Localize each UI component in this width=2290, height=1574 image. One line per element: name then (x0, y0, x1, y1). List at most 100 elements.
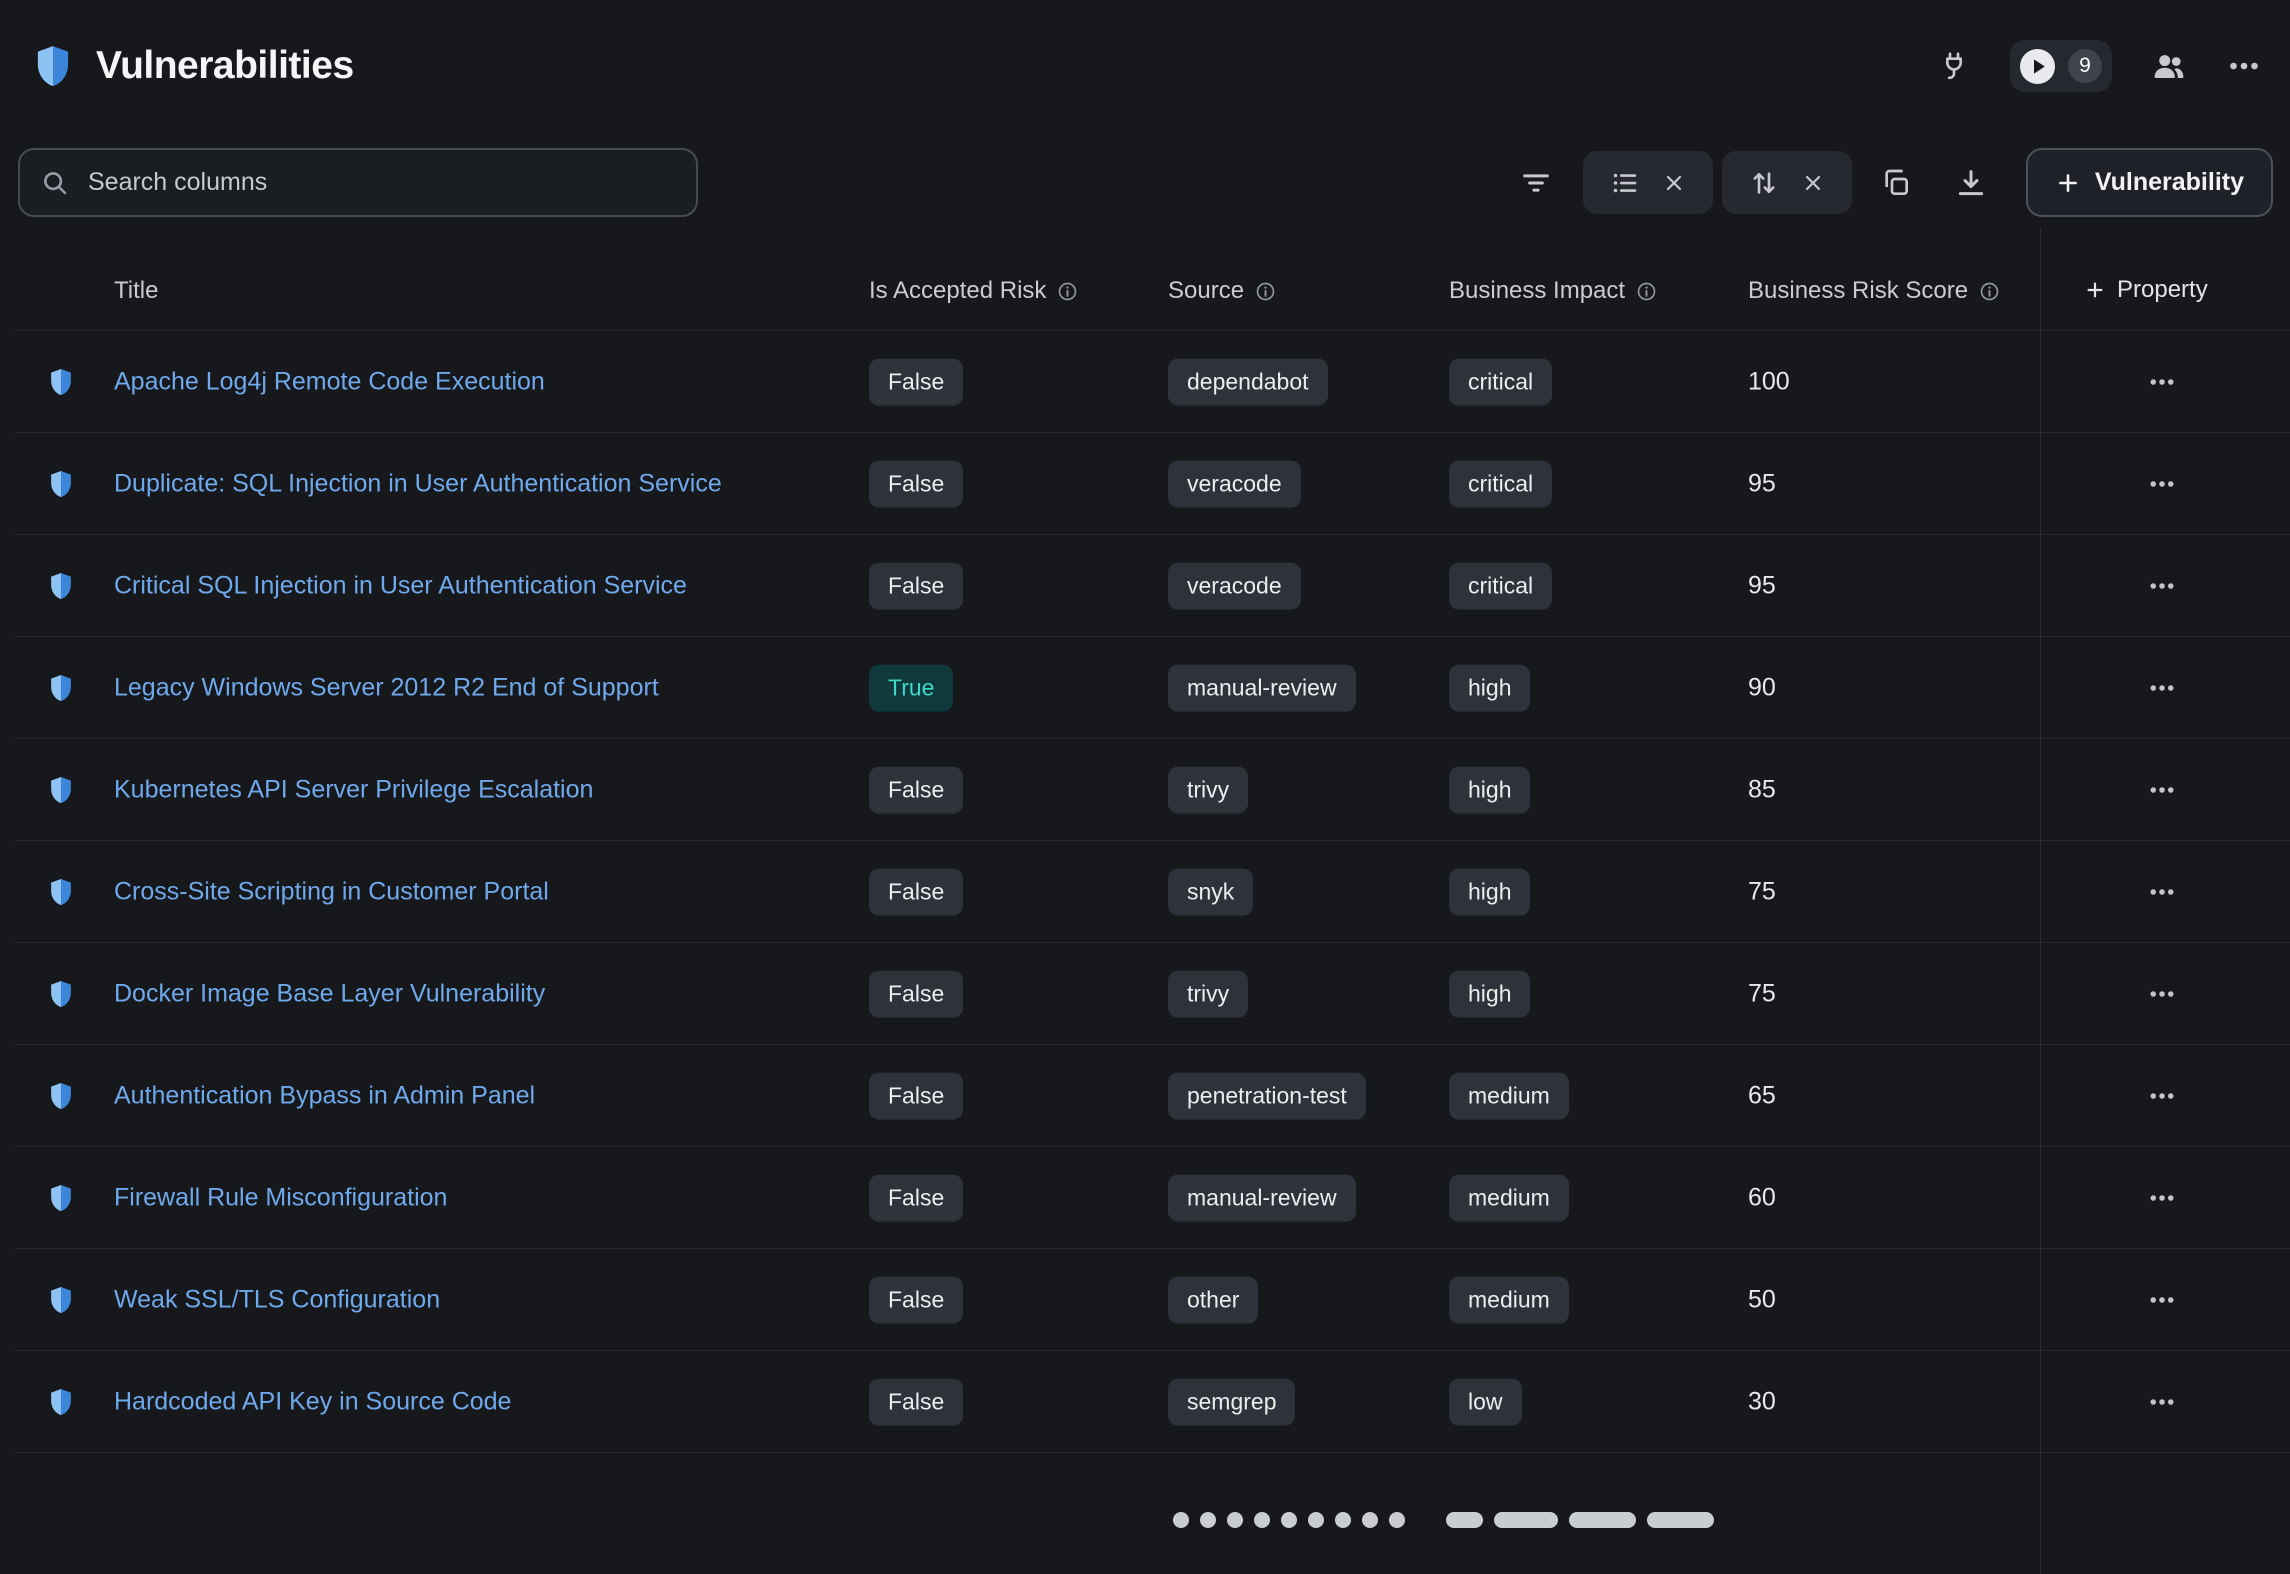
vulnerability-title-link[interactable]: Duplicate: SQL Injection in User Authent… (114, 470, 722, 499)
info-icon[interactable] (1255, 281, 1276, 302)
accepted-risk-badge: False (869, 767, 963, 814)
business-impact-badge: critical (1449, 461, 1552, 508)
shield-icon (46, 774, 76, 806)
accepted-risk-cell: False (869, 359, 963, 406)
source-badge: manual-review (1168, 1175, 1356, 1222)
skeleton-dot (1173, 1512, 1189, 1528)
search-box[interactable] (18, 148, 698, 217)
accepted-risk-badge: False (869, 563, 963, 610)
clear-sort-button[interactable] (1801, 171, 1825, 195)
clear-view-button[interactable] (1662, 171, 1686, 195)
accepted-risk-badge: True (869, 665, 953, 712)
ellipsis-icon (2147, 673, 2177, 703)
runs-button[interactable]: 9 (2010, 40, 2112, 92)
accepted-risk-badge: False (869, 869, 963, 916)
row-actions-button[interactable] (2128, 1147, 2196, 1249)
column-header-title[interactable]: Title (114, 277, 158, 305)
row-actions-button[interactable] (2128, 841, 2196, 943)
business-impact-badge: medium (1449, 1277, 1569, 1324)
vulnerability-title-link[interactable]: Authentication Bypass in Admin Panel (114, 1082, 535, 1111)
filter-button[interactable] (1519, 166, 1553, 200)
vulnerability-title-link[interactable]: Cross-Site Scripting in Customer Portal (114, 878, 549, 907)
list-view-button[interactable] (1610, 168, 1640, 198)
sort-button[interactable] (1749, 168, 1779, 198)
source-badge: veracode (1168, 563, 1301, 610)
row-actions-button[interactable] (2128, 637, 2196, 739)
business-impact-cell: critical (1449, 461, 1552, 508)
table-row: Weak SSL/TLS Configuration False other m… (0, 1249, 2290, 1351)
business-risk-score-value: 50 (1748, 1286, 1776, 1315)
table-row: Authentication Bypass in Admin Panel Fal… (0, 1045, 2290, 1147)
business-impact-badge: medium (1449, 1073, 1569, 1120)
source-cell: veracode (1168, 461, 1301, 508)
accepted-risk-badge: False (869, 359, 963, 406)
shield-icon (46, 672, 76, 704)
source-badge: trivy (1168, 767, 1248, 814)
sort-chip (1722, 151, 1852, 214)
source-cell: manual-review (1168, 665, 1356, 712)
vulnerability-title-link[interactable]: Kubernetes API Server Privilege Escalati… (114, 776, 593, 805)
search-columns-input[interactable] (86, 167, 676, 198)
row-actions-button[interactable] (2128, 1351, 2196, 1453)
plug-icon (1938, 50, 1970, 82)
accepted-risk-cell: False (869, 1277, 963, 1324)
accepted-risk-cell: False (869, 1073, 963, 1120)
row-actions-button[interactable] (2128, 739, 2196, 841)
play-icon (2020, 49, 2055, 84)
row-actions-button[interactable] (2128, 1045, 2196, 1147)
shield-icon (46, 1182, 76, 1214)
business-impact-badge: high (1449, 767, 1530, 814)
table-row: Docker Image Base Layer Vulnerability Fa… (0, 943, 2290, 1045)
business-risk-score-value: 95 (1748, 470, 1776, 499)
row-actions-button[interactable] (2128, 331, 2196, 433)
vulnerability-title-link[interactable]: Firewall Rule Misconfiguration (114, 1184, 447, 1213)
column-header-source[interactable]: Source (1168, 277, 1276, 305)
plug-button[interactable] (1938, 50, 1970, 82)
top-bar: Vulnerabilities 9 (0, 0, 2290, 132)
vulnerability-title-link[interactable]: Legacy Windows Server 2012 R2 End of Sup… (114, 674, 659, 703)
download-icon (1954, 166, 1988, 200)
business-impact-cell: medium (1449, 1175, 1569, 1222)
business-impact-badge: critical (1449, 563, 1552, 610)
business-risk-score-value: 30 (1748, 1388, 1776, 1417)
users-button[interactable] (2152, 49, 2186, 83)
row-actions-button[interactable] (2128, 1249, 2196, 1351)
vulnerability-title-link[interactable]: Docker Image Base Layer Vulnerability (114, 980, 545, 1009)
download-button[interactable] (1954, 166, 1988, 200)
info-icon[interactable] (1057, 281, 1078, 302)
skeleton-pill (1569, 1512, 1636, 1528)
add-property-button[interactable]: Property (2078, 275, 2214, 305)
table-body: Apache Log4j Remote Code Execution False… (0, 331, 2290, 1453)
vulnerability-title-link[interactable]: Critical SQL Injection in User Authentic… (114, 572, 687, 601)
more-button[interactable] (2226, 48, 2262, 84)
copy-button[interactable] (1880, 167, 1912, 199)
vulnerabilities-table: Title Is Accepted Risk Source Business I… (0, 217, 2290, 1453)
business-impact-cell: high (1449, 767, 1530, 814)
info-icon[interactable] (1636, 281, 1657, 302)
column-header-business-risk-score[interactable]: Business Risk Score (1748, 277, 2000, 305)
source-cell: penetration-test (1168, 1073, 1366, 1120)
add-vulnerability-button[interactable]: Vulnerability (2026, 148, 2273, 217)
column-header-business-impact[interactable]: Business Impact (1449, 277, 1657, 305)
table-row: Apache Log4j Remote Code Execution False… (0, 331, 2290, 433)
vulnerability-title-link[interactable]: Weak SSL/TLS Configuration (114, 1286, 440, 1315)
business-impact-badge: critical (1449, 359, 1552, 406)
row-actions-button[interactable] (2128, 535, 2196, 637)
app-logo-shield-icon (30, 41, 76, 91)
search-icon (40, 168, 70, 198)
shield-icon (46, 366, 76, 398)
row-actions-button[interactable] (2128, 943, 2196, 1045)
page-title: Vulnerabilities (96, 44, 354, 88)
copy-icon (1880, 167, 1912, 199)
source-cell: snyk (1168, 869, 1253, 916)
row-actions-button[interactable] (2128, 433, 2196, 535)
vulnerability-title-link[interactable]: Hardcoded API Key in Source Code (114, 1388, 511, 1417)
ellipsis-icon (2147, 1081, 2177, 1111)
plus-icon (2084, 279, 2106, 301)
shield-icon (46, 570, 76, 602)
column-header-is-accepted-risk[interactable]: Is Accepted Risk (869, 277, 1078, 305)
info-icon[interactable] (1979, 281, 2000, 302)
skeleton-pill (1494, 1512, 1558, 1528)
skeleton-pill (1446, 1512, 1483, 1528)
vulnerability-title-link[interactable]: Apache Log4j Remote Code Execution (114, 368, 545, 397)
